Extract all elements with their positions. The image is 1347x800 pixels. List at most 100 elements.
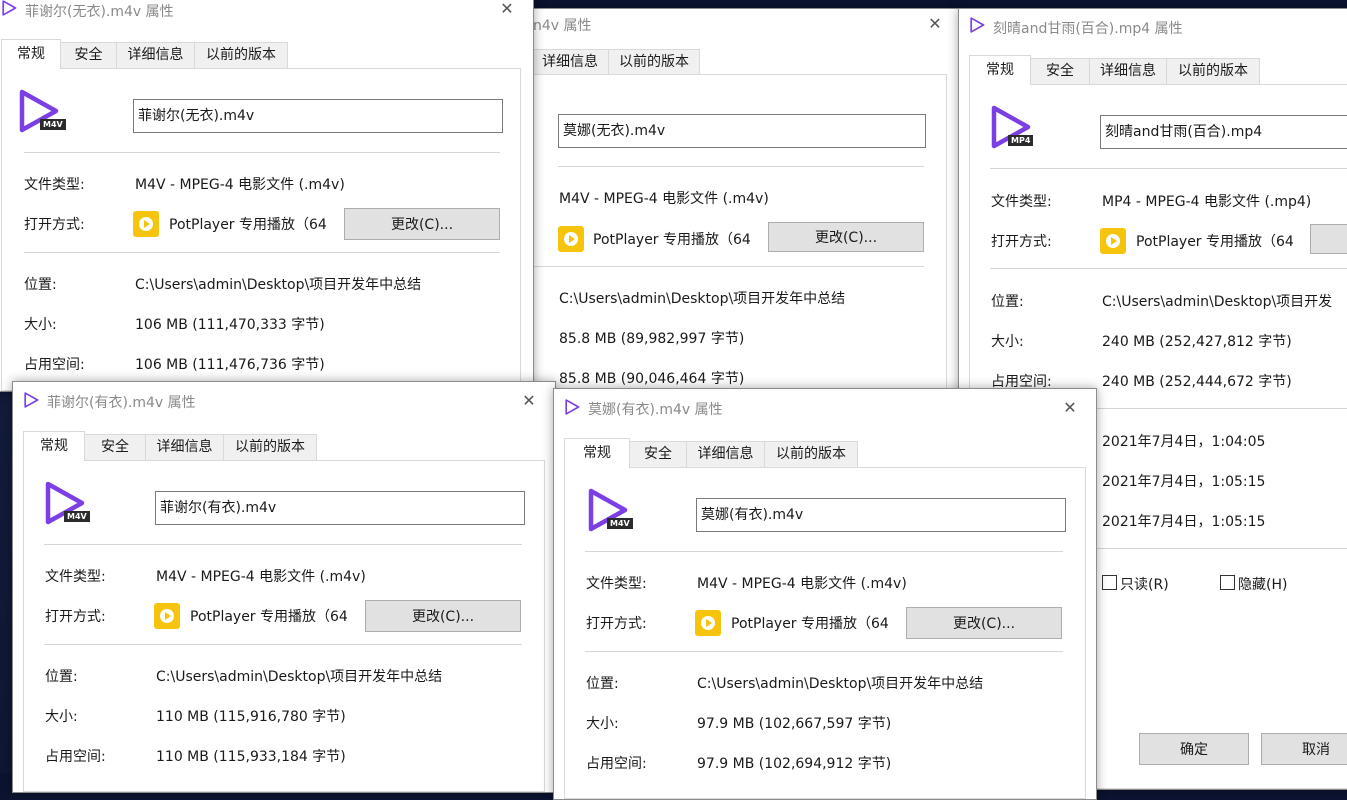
filetype-label: 文件类型:: [991, 194, 1052, 210]
openwith-value: PotPlayer 专用播放（64: [731, 616, 889, 632]
disk-value: 106 MB (111,476,736 字节): [135, 357, 325, 373]
properties-window-mona-clothed: 莫娜(有衣).m4v 属性 ✕ 常规 安全 详细信息 以前的版本 M4V 莫娜(…: [553, 388, 1097, 800]
size-label: 大小:: [24, 317, 57, 333]
disk-value: 85.8 MB (90,046,464 字节): [559, 371, 745, 387]
filename-field[interactable]: 莫娜(无衣).m4v: [558, 114, 926, 148]
filetype-value: M4V - MPEG-4 电影文件 (.m4v): [156, 569, 366, 585]
size-value: 106 MB (111,470,333 字节): [135, 317, 325, 333]
tab-details[interactable]: 详细信息: [1089, 58, 1167, 84]
title-bar: 菲谢尔(无衣).m4v 属性 ✕: [0, 0, 533, 21]
tab-security[interactable]: 安全: [1030, 58, 1090, 84]
tab-security[interactable]: 安全: [84, 434, 146, 460]
openwith-value: PotPlayer 专用播放（64: [190, 609, 348, 625]
tab-previous-versions[interactable]: 以前的版本: [223, 434, 317, 460]
divider: [990, 268, 1347, 269]
divider: [44, 544, 522, 545]
location-label: 位置:: [45, 669, 78, 685]
filename-field[interactable]: 刻晴and甘雨(百合).mp4: [1100, 115, 1347, 149]
location-label: 位置:: [991, 294, 1024, 310]
location-value: C:\Users\admin\Desktop\项目开发年中总结: [156, 669, 443, 685]
properties-window-feixie-clothed: 菲谢尔(有衣).m4v 属性 ✕ 常规 安全 详细信息 以前的版本 M4V 菲谢…: [12, 381, 556, 793]
file-badge: M4V: [64, 511, 90, 522]
video-file-icon: [1, 0, 17, 16]
close-icon[interactable]: ✕: [487, 0, 527, 24]
close-icon[interactable]: ✕: [1050, 393, 1090, 423]
title-bar: 刻晴and甘雨(百合).mp4 属性: [959, 9, 1347, 43]
window-title: 莫娜(有衣).m4v 属性: [588, 402, 723, 418]
close-icon[interactable]: ✕: [915, 9, 955, 39]
readonly-label[interactable]: 只读(R): [1120, 574, 1169, 594]
divider: [990, 168, 1347, 169]
divider: [585, 651, 1063, 652]
size-value: 110 MB (115,916,780 字节): [156, 709, 346, 725]
tab-general[interactable]: 常规: [1, 39, 61, 69]
change-button[interactable]: 更改(C)...: [365, 600, 521, 632]
tab-previous-versions[interactable]: 以前的版本: [764, 441, 858, 467]
tab-general[interactable]: 常规: [23, 431, 85, 461]
title-bar: n4v 属性 ✕: [491, 9, 961, 39]
tab-general[interactable]: 常规: [564, 438, 630, 468]
size-value: 97.9 MB (102,667,597 字节): [697, 716, 892, 732]
window-title: 菲谢尔(无衣).m4v 属性: [25, 4, 174, 20]
openwith-value: PotPlayer 专用播放（64: [1136, 234, 1294, 250]
tab-details[interactable]: 详细信息: [116, 42, 195, 68]
tab-details[interactable]: 详细信息: [531, 49, 609, 75]
ok-button[interactable]: 确定: [1139, 733, 1249, 765]
hidden-label[interactable]: 隐藏(H): [1238, 574, 1287, 594]
hidden-checkbox[interactable]: [1220, 575, 1235, 590]
title-bar: 莫娜(有衣).m4v 属性 ✕: [554, 389, 1096, 425]
openwith-label: 打开方式:: [45, 609, 106, 625]
disk-value: 110 MB (115,933,184 字节): [156, 749, 346, 765]
disk-value: 240 MB (252,444,672 字节): [1102, 374, 1292, 390]
file-badge: MP4: [1008, 135, 1034, 146]
location-value: C:\Users\admin\Desktop\项目开发年中总结: [697, 676, 984, 692]
window-title: 菲谢尔(有衣).m4v 属性: [47, 395, 196, 411]
video-file-icon: [969, 17, 985, 33]
tab-security[interactable]: 安全: [60, 42, 117, 68]
filename-field[interactable]: 菲谢尔(无衣).m4v: [133, 99, 503, 133]
change-button[interactable]: [1310, 224, 1347, 254]
video-file-icon: [564, 399, 580, 415]
change-button[interactable]: 更改(C)...: [344, 208, 500, 240]
close-icon[interactable]: ✕: [509, 386, 549, 416]
divider: [532, 266, 924, 267]
size-label: 大小:: [586, 716, 619, 732]
size-label: 大小:: [45, 709, 78, 725]
potplayer-icon: [154, 603, 180, 629]
tab-previous-versions[interactable]: 以前的版本: [608, 49, 700, 75]
tab-details[interactable]: 详细信息: [145, 434, 224, 460]
created-value: 2021年7月4日，1:04:05: [1102, 434, 1266, 450]
location-value: C:\Users\admin\Desktop\项目开发年中总结: [135, 277, 422, 293]
readonly-checkbox[interactable]: [1102, 575, 1117, 590]
openwith-label: 打开方式:: [586, 616, 647, 632]
accessed-value: 2021年7月4日，1:05:15: [1102, 514, 1266, 530]
openwith-label: 打开方式:: [991, 234, 1052, 250]
tab-previous-versions[interactable]: 以前的版本: [1166, 58, 1260, 84]
file-badge: M4V: [40, 119, 66, 130]
change-button[interactable]: 更改(C)...: [768, 222, 924, 252]
window-title: 刻晴and甘雨(百合).mp4 属性: [993, 21, 1183, 37]
filename-field[interactable]: 菲谢尔(有衣).m4v: [155, 491, 525, 525]
disk-label: 占用空间:: [24, 357, 85, 373]
general-panel: M4V 菲谢尔(有衣).m4v 文件类型: M4V - MPEG-4 电影文件 …: [23, 460, 545, 792]
general-panel: M4V 菲谢尔(无衣).m4v 文件类型: M4V - MPEG-4 电影文件 …: [1, 68, 521, 391]
size-value: 240 MB (252,427,812 字节): [1102, 334, 1292, 350]
openwith-label: 打开方式:: [24, 217, 85, 233]
cancel-button[interactable]: 取消: [1261, 733, 1347, 765]
title-bar: 菲谢尔(有衣).m4v 属性 ✕: [13, 382, 555, 418]
change-button[interactable]: 更改(C)...: [906, 607, 1062, 639]
tab-details[interactable]: 详细信息: [686, 441, 765, 467]
filename-field[interactable]: 莫娜(有衣).m4v: [696, 498, 1066, 532]
properties-window-mona-nude: n4v 属性 ✕ 详细信息 以前的版本 莫娜(无衣).m4v M4V - MPE…: [490, 8, 962, 410]
tab-security[interactable]: 安全: [629, 441, 687, 467]
size-value: 85.8 MB (89,982,997 字节): [559, 331, 745, 347]
tab-general[interactable]: 常规: [969, 55, 1031, 85]
openwith-value: PotPlayer 专用播放（64: [169, 217, 327, 233]
location-value: C:\Users\admin\Desktop\项目开发: [1102, 294, 1333, 310]
potplayer-icon: [1100, 228, 1126, 254]
disk-label: 占用空间:: [45, 749, 106, 765]
filetype-label: 文件类型:: [24, 177, 85, 193]
tab-previous-versions[interactable]: 以前的版本: [194, 42, 288, 68]
size-label: 大小:: [991, 334, 1024, 350]
divider: [24, 152, 500, 153]
